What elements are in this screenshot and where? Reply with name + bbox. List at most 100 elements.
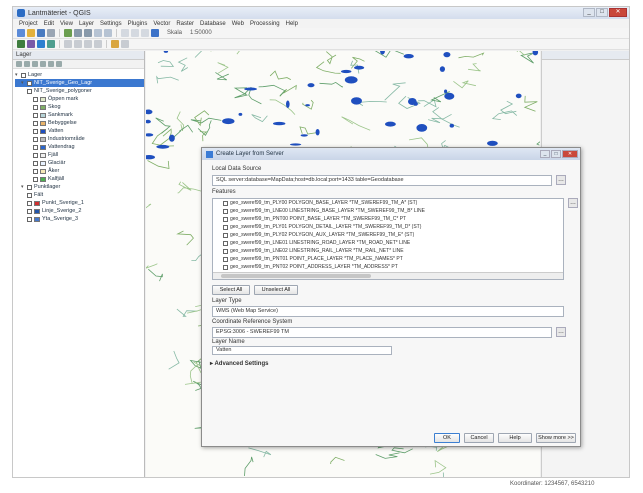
feature-checkbox[interactable] xyxy=(223,232,228,238)
maximize-button[interactable]: □ xyxy=(596,8,608,17)
layer-visibility-checkbox[interactable] xyxy=(33,96,38,102)
layer-tree-item[interactable]: Skog xyxy=(15,103,144,111)
layer-visibility-checkbox[interactable] xyxy=(27,208,32,214)
layer-type-select[interactable]: WMS (Web Map Service) xyxy=(212,306,564,317)
expand-arrow-icon[interactable]: ▾ xyxy=(21,184,26,190)
feature-checkbox[interactable] xyxy=(223,216,228,222)
features-refresh-button[interactable]: … xyxy=(568,198,578,208)
feature-checkbox[interactable] xyxy=(223,240,228,246)
unselect-all-button[interactable]: Unselect All xyxy=(254,285,298,295)
label-icon[interactable] xyxy=(111,40,119,48)
expand-arrow-icon[interactable]: ▾ xyxy=(21,80,26,86)
menu-project[interactable]: Project xyxy=(19,21,38,27)
menu-plugins[interactable]: Plugins xyxy=(128,21,148,27)
layer-visibility-checkbox[interactable] xyxy=(27,88,32,94)
cancel-button[interactable]: Cancel xyxy=(464,433,494,443)
scale-value[interactable]: 1:50000 xyxy=(190,30,212,36)
layer-tree-item[interactable]: Glaciär xyxy=(15,159,144,167)
feature-row[interactable]: geo_sweref99_tm_PNT00 POINT_BASE_LAYER *… xyxy=(213,215,563,223)
menu-processing[interactable]: Processing xyxy=(250,21,280,27)
add-database-icon[interactable] xyxy=(47,40,55,48)
identify-icon[interactable] xyxy=(121,29,129,37)
menu-view[interactable]: View xyxy=(60,21,73,27)
print-icon[interactable] xyxy=(47,29,55,37)
layer-visibility-checkbox[interactable] xyxy=(27,216,32,222)
layer-visibility-checkbox[interactable] xyxy=(33,152,38,158)
layer-tree-item[interactable]: ▾ Punktlager xyxy=(15,183,144,191)
layer-visibility-checkbox[interactable] xyxy=(21,72,26,78)
layer-visibility-checkbox[interactable] xyxy=(33,136,38,142)
layer-tree-item[interactable]: Kalfjäll xyxy=(15,175,144,183)
feature-row[interactable]: geo_sweref99_tm_PLY02 POLYGON_AUX_LAYER … xyxy=(213,231,563,239)
layer-tree-item[interactable]: Vatten xyxy=(15,127,144,135)
pan-icon[interactable] xyxy=(64,29,72,37)
layer-tree-item[interactable]: NIT_Sverige_polygoner xyxy=(15,87,144,95)
zoom-layer-icon[interactable] xyxy=(104,29,112,37)
add-raster-icon[interactable] xyxy=(27,40,35,48)
layer-tree-item[interactable]: Åker xyxy=(15,167,144,175)
layer-visibility-checkbox[interactable] xyxy=(27,192,32,198)
feature-checkbox[interactable] xyxy=(223,200,228,206)
layer-tree-item[interactable]: Fjäll xyxy=(15,151,144,159)
layer-visibility-checkbox[interactable] xyxy=(33,176,38,182)
node-tool-icon[interactable] xyxy=(84,40,92,48)
zoom-in-icon[interactable] xyxy=(74,29,82,37)
feature-checkbox[interactable] xyxy=(223,248,228,254)
feature-checkbox[interactable] xyxy=(223,256,228,262)
digitize-icon[interactable] xyxy=(74,40,82,48)
menu-help[interactable]: Help xyxy=(286,21,298,27)
select-icon[interactable] xyxy=(131,29,139,37)
expand-all-icon[interactable] xyxy=(40,61,46,67)
feature-row[interactable]: geo_sweref99_tm_LNE02 LINESTRING_RAIL_LA… xyxy=(213,247,563,255)
menu-database[interactable]: Database xyxy=(200,21,226,27)
attribute-table-icon[interactable] xyxy=(121,40,129,48)
ok-button[interactable]: OK xyxy=(434,433,460,443)
zoom-full-icon[interactable] xyxy=(94,29,102,37)
open-styling-icon[interactable] xyxy=(16,61,22,67)
scrollbar-thumb[interactable] xyxy=(221,274,371,278)
layer-name-input[interactable]: Vatten xyxy=(212,346,392,355)
select-all-button[interactable]: Select All xyxy=(212,285,250,295)
layer-visibility-checkbox[interactable] xyxy=(27,184,32,190)
layer-visibility-checkbox[interactable] xyxy=(33,120,38,126)
feature-row[interactable]: geo_sweref99_tm_PNT01 POINT_PLACE_LAYER … xyxy=(213,255,563,263)
layer-visibility-checkbox[interactable] xyxy=(33,144,38,150)
layer-tree-item[interactable]: Industriområde xyxy=(15,135,144,143)
layer-tree-item[interactable]: Linje_Sverige_2 xyxy=(15,207,144,215)
layer-visibility-checkbox[interactable] xyxy=(27,200,32,206)
feature-checkbox[interactable] xyxy=(223,264,228,270)
menu-layer[interactable]: Layer xyxy=(79,21,94,27)
layer-visibility-checkbox[interactable] xyxy=(33,160,38,166)
menu-edit[interactable]: Edit xyxy=(44,21,54,27)
dialog-close-button[interactable]: ✕ xyxy=(562,150,578,158)
source-browse-button[interactable]: … xyxy=(556,175,566,185)
delete-icon[interactable] xyxy=(94,40,102,48)
feature-row[interactable]: geo_sweref99_tm_PNT02 POINT_ADDRESS_LAYE… xyxy=(213,263,563,271)
feature-checkbox[interactable] xyxy=(223,224,228,230)
dialog-minimize-button[interactable]: _ xyxy=(540,150,550,158)
layer-visibility-checkbox[interactable] xyxy=(33,128,38,134)
crs-browse-button[interactable]: … xyxy=(556,327,566,337)
layer-visibility-checkbox[interactable] xyxy=(33,168,38,174)
layer-visibility-checkbox[interactable] xyxy=(33,104,38,110)
layer-tree-item[interactable]: ▾ Lager xyxy=(15,71,144,79)
feature-row[interactable]: geo_sweref99_tm_LNE01 LINESTRING_ROAD_LA… xyxy=(213,239,563,247)
expand-arrow-icon[interactable]: ▾ xyxy=(15,72,20,78)
measure-icon[interactable] xyxy=(141,29,149,37)
layer-visibility-checkbox[interactable] xyxy=(27,80,32,86)
layer-tree-item[interactable]: Yta_Sverige_3 xyxy=(15,215,144,223)
layer-tree-item[interactable]: Vattendrag xyxy=(15,143,144,151)
menu-raster[interactable]: Raster xyxy=(176,21,194,27)
refresh-icon[interactable] xyxy=(151,29,159,37)
minimize-button[interactable]: _ xyxy=(583,8,595,17)
feature-checkbox[interactable] xyxy=(223,208,228,214)
open-project-icon[interactable] xyxy=(27,29,35,37)
add-vector-icon[interactable] xyxy=(17,40,25,48)
source-input[interactable]: SQL server:database=MapData;host=db.loca… xyxy=(212,175,552,186)
new-project-icon[interactable] xyxy=(17,29,25,37)
dialog-maximize-button[interactable]: □ xyxy=(551,150,561,158)
layer-tree-item[interactable]: Öppen mark xyxy=(15,95,144,103)
feature-row[interactable]: geo_sweref99_tm_PLY00 POLYGON_BASE_LAYER… xyxy=(213,199,563,207)
layer-visibility-checkbox[interactable] xyxy=(33,112,38,118)
help-button[interactable]: Help xyxy=(498,433,532,443)
